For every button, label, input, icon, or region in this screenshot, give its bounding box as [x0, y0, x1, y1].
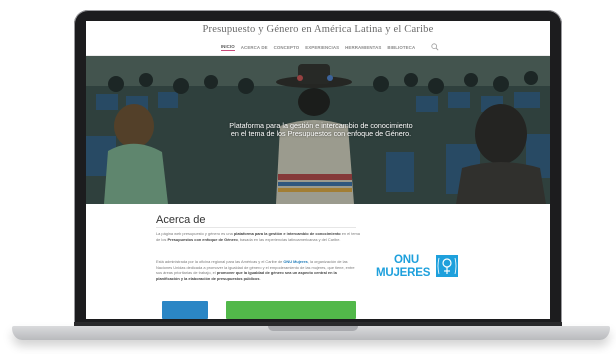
- hero-banner: Plataforma para la gestión e intercambio…: [86, 56, 550, 204]
- about-p2-text-e: .: [259, 275, 261, 281]
- un-women-logo[interactable]: ONU MUJERES: [374, 254, 464, 290]
- site-title[interactable]: Presupuesto y Género en América Latina y…: [86, 24, 550, 35]
- browser-viewport: Presupuesto y Género en América Latina y…: [86, 21, 550, 319]
- nav-item-acerca-de[interactable]: ACERCA DE: [241, 44, 268, 51]
- nav-item-biblioteca[interactable]: BIBLIOTECA: [387, 44, 415, 51]
- nav-item-experiencias[interactable]: EXPERIENCIAS: [305, 44, 339, 51]
- logo-onu-text: ONU: [394, 254, 419, 266]
- about-p1-bold-budgets: Presupuestos con enfoque de Género: [167, 236, 238, 242]
- about-divider: [156, 227, 356, 228]
- hero-tagline: Plataforma para la gestión e intercambio…: [196, 122, 446, 138]
- about-heading: Acerca de: [156, 214, 206, 226]
- logo-mujeres-text: MUJERES: [376, 267, 431, 279]
- nav-item-inicio[interactable]: INICIO: [220, 43, 235, 51]
- green-action-button[interactable]: [226, 301, 356, 319]
- nav-item-concepto[interactable]: CONCEPTO: [274, 44, 300, 51]
- un-emblem-icon: [436, 255, 458, 277]
- onu-mujeres-link[interactable]: ONU Mujeres: [283, 259, 307, 264]
- blue-action-button[interactable]: [162, 301, 208, 319]
- nav-item-herramientas[interactable]: HERRAMIENTAS: [345, 44, 381, 51]
- search-icon[interactable]: [431, 43, 439, 51]
- about-p2-text-a: Está administrada por la oficina regiona…: [156, 259, 284, 264]
- about-p1-bold-platform: plataforma para la gestión e intercambio…: [233, 231, 341, 236]
- about-paragraph-2: Está administrada por la oficina regiona…: [156, 259, 360, 281]
- main-nav: INICIO ACERCA DE CONCEPTO EXPERIENCIAS H…: [86, 42, 550, 52]
- about-p1-text-e: , basada en las experiencias latinoameri…: [237, 236, 341, 242]
- hero-tagline-line2: en el tema de los Presupuestos con enfoq…: [230, 129, 412, 138]
- laptop-notch: [268, 326, 358, 331]
- about-p1-text-a: La página web presupuesto y género es un…: [156, 231, 234, 236]
- about-paragraph-1: La página web presupuesto y género es un…: [156, 231, 360, 242]
